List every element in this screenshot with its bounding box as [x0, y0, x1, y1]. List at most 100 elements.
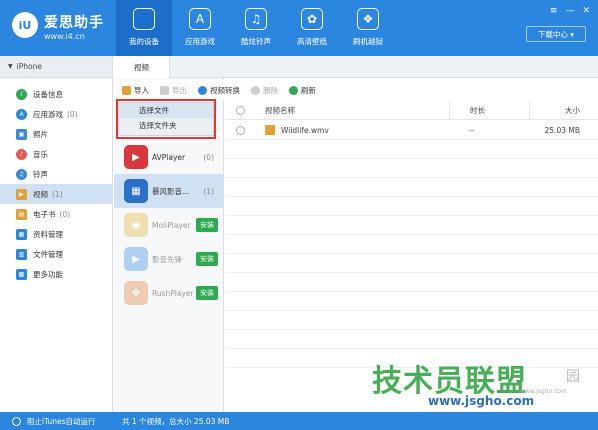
table-row	[225, 140, 598, 159]
export-button[interactable]: 导出	[160, 85, 187, 96]
circle-icon	[12, 416, 21, 426]
app-name: 影音先锋	[152, 254, 182, 264]
sidebar-item-apps[interactable]: A 应用游戏 (0)	[0, 104, 112, 124]
info-icon: i	[16, 88, 27, 100]
install-button[interactable]: 安装	[196, 218, 218, 232]
sidebar-item-count: (0)	[67, 109, 78, 119]
sidebar-item-label: 设备信息	[33, 89, 63, 99]
app-item-moliplayer[interactable]: ◉ MoliPlayer 安装	[114, 208, 224, 242]
column-header-name[interactable]: 视频名称	[255, 105, 449, 116]
caret-down-icon: ▼	[8, 63, 13, 70]
column-header-size[interactable]: 大小	[529, 101, 598, 120]
sidebar-list: i 设备信息 A 应用游戏 (0) ▣ 照片 ♪ 音乐 ♫ 铃声 ▶ 视频 (1…	[0, 78, 112, 284]
install-button[interactable]: 安装	[196, 286, 218, 300]
table-row	[225, 178, 598, 197]
select-all-checkbox[interactable]	[225, 106, 255, 115]
sidebar-item-data-management[interactable]: ▦ 资料管理	[0, 224, 112, 244]
sidebar-item-label: 电子书	[33, 209, 56, 219]
sidebar-item-label: 文件管理	[33, 249, 63, 259]
delete-button[interactable]: 删除	[251, 85, 278, 96]
sidebar-item-file-management[interactable]: ▥ 文件管理	[0, 244, 112, 264]
app-store-icon: A	[189, 8, 211, 30]
import-label: 导入	[134, 85, 149, 95]
export-label: 导出	[172, 85, 187, 95]
file-duration: --	[469, 125, 475, 135]
box-icon: ❖	[357, 8, 379, 30]
app-name: MoliPlayer	[152, 220, 191, 230]
nav-tab-flash-jailbreak[interactable]: ❖ 刷机越狱	[340, 0, 396, 56]
device-name: iPhone	[16, 62, 42, 71]
row-checkbox[interactable]	[225, 125, 255, 135]
menu-icon[interactable]: ≡	[550, 6, 558, 16]
video-file-icon	[265, 125, 275, 135]
table-row	[225, 292, 598, 311]
app-name: 暴风影音...	[152, 186, 190, 196]
minimize-icon[interactable]: —	[565, 6, 574, 16]
nav-tab-ringtones[interactable]: ♫ 酷炫铃声	[228, 0, 284, 56]
nav-tab-apps-games[interactable]: A 应用游戏	[172, 0, 228, 56]
file-name-cell: Wildlife.wmv	[255, 125, 449, 135]
nav-tab-label: 应用游戏	[185, 37, 215, 46]
sidebar-item-more[interactable]: ▩ 更多功能	[0, 264, 112, 284]
photo-icon: ▣	[16, 128, 27, 140]
app-count: (1)	[203, 186, 214, 196]
sidebar-item-device-info[interactable]: i 设备信息	[0, 84, 112, 104]
sidebar-item-photos[interactable]: ▣ 照片	[0, 124, 112, 144]
sidebar-item-label: 铃声	[33, 169, 48, 179]
refresh-button[interactable]: 刷新	[289, 85, 316, 96]
app-item-yingyin[interactable]: ▶ 影音先锋 安装	[114, 242, 224, 276]
block-itunes-toggle[interactable]: 阻止iTunes自动运行	[0, 416, 114, 427]
sidebar-item-label: 更多功能	[33, 269, 63, 279]
download-center-button[interactable]: 下载中心 ▾	[526, 26, 586, 42]
file-size: 25.03 MB	[544, 125, 580, 135]
close-icon[interactable]: ✕	[582, 6, 590, 16]
device-header[interactable]: ▼ iPhone	[0, 56, 112, 78]
app-url: www.i4.cn	[44, 32, 85, 41]
checkbox-icon	[235, 125, 245, 135]
file-list-header: 视频名称 时长 大小	[225, 101, 598, 120]
status-bar: 阻止iTunes自动运行 共 1 个视频，总大小 25.03 MB	[0, 412, 598, 430]
nav-tab-my-device[interactable]: 我的设备	[116, 0, 172, 56]
sidebar-item-videos[interactable]: ▶ 视频 (1)	[0, 184, 112, 204]
table-row	[225, 216, 598, 235]
sidebar-item-label: 应用游戏	[33, 109, 63, 119]
column-header-duration[interactable]: 时长	[449, 101, 529, 120]
sidebar-item-ebooks[interactable]: ▤ 电子书 (0)	[0, 204, 112, 224]
app-item-rushplayer[interactable]: ✤ RushPlayer 安装	[114, 276, 224, 310]
table-row	[225, 311, 598, 330]
convert-label: 视频转换	[210, 85, 240, 95]
sidebar-item-count: (1)	[52, 189, 63, 199]
install-button[interactable]: 安装	[196, 252, 218, 266]
checkbox-icon	[235, 106, 245, 115]
delete-label: 删除	[263, 85, 278, 95]
sidebar-item-label: 视频	[33, 189, 48, 199]
watermark-yuan: 园	[566, 369, 580, 385]
tab-strip: 视频	[114, 56, 598, 78]
avplayer-icon: ▶	[124, 145, 148, 169]
highlight-box	[116, 99, 216, 139]
table-row[interactable]: Wildlife.wmv -- 25.03 MB	[225, 121, 598, 140]
app-title: 爱思助手	[44, 15, 104, 31]
app-item-avplayer[interactable]: ▶ AVPlayer (0)	[114, 140, 224, 174]
app-item-baofeng[interactable]: ▦ 暴风影音... (1)	[114, 174, 224, 208]
status-summary: 共 1 个视频，总大小 25.03 MB	[122, 416, 230, 426]
yingyin-icon: ▶	[124, 247, 148, 271]
bell-icon: ♫	[16, 168, 27, 180]
video-icon: ▶	[16, 188, 27, 200]
nav-tab-wallpapers[interactable]: ✿ 高清壁纸	[284, 0, 340, 56]
sidebar-item-music[interactable]: ♪ 音乐	[0, 144, 112, 164]
sidebar: ▼ iPhone i 设备信息 A 应用游戏 (0) ▣ 照片 ♪ 音乐 ♫ 铃…	[0, 56, 113, 412]
contacts-icon: ▦	[16, 228, 27, 240]
nav-tab-label: 酷炫铃声	[241, 37, 271, 46]
book-icon: ▤	[16, 208, 27, 220]
import-button[interactable]: 导入	[122, 85, 149, 96]
refresh-icon	[289, 85, 298, 95]
nav-tab-label: 刷机越狱	[353, 37, 383, 46]
sidebar-item-ringtones[interactable]: ♫ 铃声	[0, 164, 112, 184]
nav-tab-label: 高清壁纸	[297, 37, 327, 46]
tab-video[interactable]: 视频	[114, 56, 170, 78]
table-row	[225, 254, 598, 273]
file-icon: ▥	[16, 248, 27, 260]
convert-video-button[interactable]: 视频转换	[198, 85, 240, 96]
music-note-icon: ♫	[245, 8, 267, 30]
